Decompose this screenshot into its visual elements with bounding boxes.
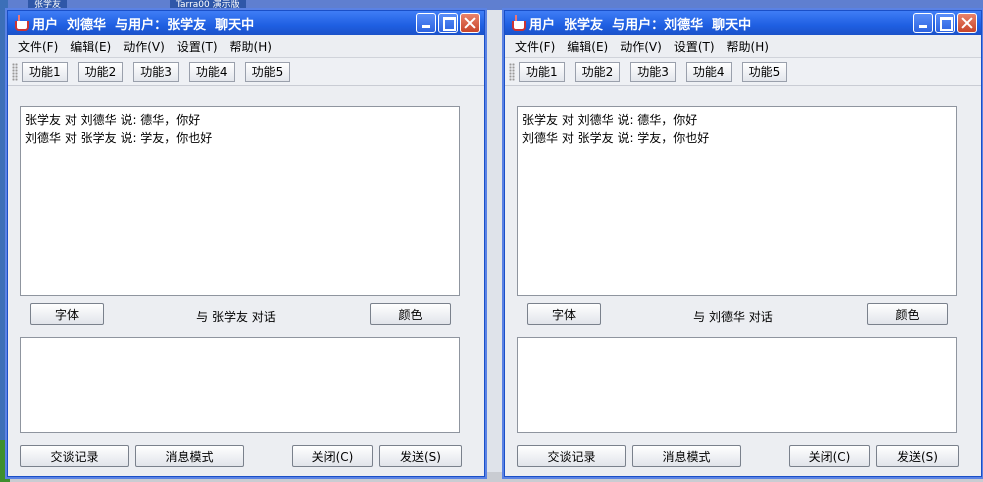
background-tab: Tarra00 演示版: [170, 0, 246, 10]
menu-bar: 文件(F) 编辑(E) 动作(V) 设置(T) 帮助(H): [505, 35, 981, 58]
menu-help[interactable]: 帮助(H): [721, 38, 775, 55]
maximize-icon[interactable]: [438, 13, 458, 33]
message-input[interactable]: [517, 337, 957, 433]
title-bar[interactable]: 用户 张学友 与用户：刘德华 聊天中: [505, 11, 981, 35]
close-icon[interactable]: [460, 13, 480, 33]
message-line: 张学友 对 刘德华 说: 德华，你好: [522, 113, 698, 127]
color-button[interactable]: 颜色: [370, 303, 451, 325]
title-bar[interactable]: 用户 刘德华 与用户：张学友 聊天中: [8, 11, 484, 35]
window-title: 用户 张学友 与用户：刘德华 聊天中: [529, 17, 752, 33]
message-line: 刘德华 对 张学友 说: 学友，你也好: [522, 131, 710, 145]
tool-button-5[interactable]: 功能5: [741, 61, 788, 82]
message-line: 张学友 对 刘德华 说: 德华，你好: [25, 113, 201, 127]
menu-edit[interactable]: 编辑(E): [64, 38, 117, 55]
close-button[interactable]: 关闭(C): [789, 445, 870, 467]
menu-action[interactable]: 动作(V): [117, 38, 171, 55]
minimize-icon[interactable]: [416, 13, 436, 33]
tool-button-3[interactable]: 功能3: [133, 61, 179, 82]
toolbar-grip-icon[interactable]: [12, 62, 18, 81]
send-button[interactable]: 发送(S): [379, 445, 462, 467]
message-mode-button[interactable]: 消息模式: [632, 445, 741, 467]
message-mode-button[interactable]: 消息模式: [135, 445, 244, 467]
menu-file[interactable]: 文件(F): [509, 38, 561, 55]
menu-edit[interactable]: 编辑(E): [561, 38, 614, 55]
menu-action[interactable]: 动作(V): [614, 38, 668, 55]
dialog-label: 与 刘德华 对话: [693, 310, 773, 324]
chat-window: 用户 张学友 与用户：刘德华 聊天中 文件(F) 编辑(E) 动作(V) 设置(…: [504, 10, 982, 477]
java-icon: [12, 15, 29, 31]
menu-settings[interactable]: 设置(T): [668, 38, 721, 55]
message-display[interactable]: 张学友 对 刘德华 说: 德华，你好 刘德华 对 张学友 说: 学友，你也好: [517, 106, 957, 296]
tool-button-4[interactable]: 功能4: [188, 61, 235, 82]
chat-window: 用户 刘德华 与用户：张学友 聊天中 文件(F) 编辑(E) 动作(V) 设置(…: [7, 10, 485, 477]
message-input[interactable]: [20, 337, 460, 433]
send-button[interactable]: 发送(S): [876, 445, 959, 467]
window-title: 用户 刘德华 与用户：张学友 聊天中: [32, 17, 255, 33]
color-button[interactable]: 颜色: [867, 303, 948, 325]
toolbar: 功能1 功能2 功能3 功能4 功能5: [505, 58, 981, 86]
close-button[interactable]: 关闭(C): [292, 445, 373, 467]
tool-button-2[interactable]: 功能2: [77, 61, 124, 82]
menu-settings[interactable]: 设置(T): [171, 38, 224, 55]
tool-button-3[interactable]: 功能3: [630, 61, 676, 82]
message-display[interactable]: 张学友 对 刘德华 说: 德华，你好 刘德华 对 张学友 说: 学友，你也好: [20, 106, 460, 296]
menu-help[interactable]: 帮助(H): [224, 38, 278, 55]
close-icon[interactable]: [957, 13, 977, 33]
tool-button-1[interactable]: 功能1: [22, 61, 68, 82]
java-icon: [509, 15, 526, 31]
desktop-background: [0, 0, 983, 10]
tool-button-1[interactable]: 功能1: [519, 61, 565, 82]
tool-button-5[interactable]: 功能5: [244, 61, 291, 82]
background-tab: 张学友: [28, 0, 68, 10]
toolbar: 功能1 功能2 功能3 功能4 功能5: [8, 58, 484, 86]
chat-history-button[interactable]: 交谈记录: [20, 445, 129, 467]
toolbar-grip-icon[interactable]: [509, 62, 515, 81]
chat-history-button[interactable]: 交谈记录: [517, 445, 626, 467]
maximize-icon[interactable]: [935, 13, 955, 33]
dialog-label: 与 张学友 对话: [196, 310, 276, 324]
menu-bar: 文件(F) 编辑(E) 动作(V) 设置(T) 帮助(H): [8, 35, 484, 58]
minimize-icon[interactable]: [913, 13, 933, 33]
tool-button-4[interactable]: 功能4: [685, 61, 732, 82]
menu-file[interactable]: 文件(F): [12, 38, 64, 55]
tool-button-2[interactable]: 功能2: [574, 61, 621, 82]
message-line: 刘德华 对 张学友 说: 学友，你也好: [25, 131, 213, 145]
